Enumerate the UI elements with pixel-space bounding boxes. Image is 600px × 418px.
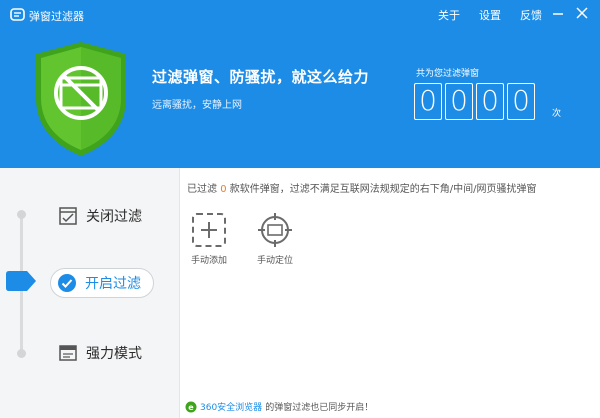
filter-status: 已过滤 0 款软件弹窗，过滤不满足互联网法规规定的右下角/中间/网页骚扰弹窗 bbox=[187, 180, 537, 195]
close-icon[interactable] bbox=[574, 5, 590, 21]
manual-add-button[interactable]: 手动添加 bbox=[184, 212, 234, 266]
mode-label: 强力模式 bbox=[86, 346, 142, 362]
mode-item-strong[interactable]: 强力模式 bbox=[58, 343, 142, 363]
settings-link[interactable]: 设置 bbox=[479, 7, 501, 23]
mode-item-enable[interactable]: 开启过滤 bbox=[50, 268, 154, 298]
status-count: 0 bbox=[220, 184, 227, 195]
top-menu: 关于 设置 反馈 bbox=[438, 7, 542, 23]
hero-slogan: 过滤弹窗、防骚扰，就这么给力 bbox=[152, 68, 370, 86]
crosshair-icon bbox=[258, 213, 292, 247]
hero-subslogan: 远离骚扰，安静上网 bbox=[152, 100, 242, 111]
counter-digit: 0 bbox=[507, 83, 535, 120]
filter-counter: 0 0 0 0 bbox=[414, 83, 535, 120]
checkbox-window-icon bbox=[59, 207, 77, 225]
status-prefix: 已过滤 bbox=[187, 184, 217, 195]
app-logo-icon bbox=[10, 8, 25, 21]
track-dot bbox=[17, 349, 26, 358]
main-panel: 已过滤 0 款软件弹窗，过滤不满足互联网法规规定的右下角/中间/网页骚扰弹窗 手… bbox=[181, 168, 600, 418]
mode-sidebar: 关闭过滤 开启过滤 强力模式 bbox=[0, 168, 180, 418]
counter-unit: 次 bbox=[552, 109, 562, 119]
tool-label: 手动添加 bbox=[190, 256, 227, 266]
header-banner: 弹窗过滤器 关于 设置 反馈 过滤弹窗、防骚扰，就这么给力 远离骚扰，安静上网 … bbox=[0, 0, 600, 168]
mode-item-disable[interactable]: 关闭过滤 bbox=[58, 206, 142, 226]
mode-label: 开启过滤 bbox=[85, 276, 141, 292]
minimize-icon[interactable] bbox=[550, 5, 566, 21]
mode-label: 关闭过滤 bbox=[86, 209, 142, 225]
counter-digit: 0 bbox=[445, 83, 473, 120]
check-circle-icon bbox=[58, 274, 76, 292]
status-suffix: 款软件弹窗，过滤不满足互联网法规规定的右下角/中间/网页骚扰弹窗 bbox=[229, 184, 537, 195]
browser-link[interactable]: 360安全浏览器 bbox=[200, 400, 262, 413]
app-title: 弹窗过滤器 bbox=[29, 10, 84, 23]
browser-logo-icon: e bbox=[185, 401, 197, 412]
counter-digit: 0 bbox=[476, 83, 504, 120]
about-link[interactable]: 关于 bbox=[438, 7, 460, 23]
browser-sync-note: e 360安全浏览器 的弹窗过滤也已同步开启！ bbox=[185, 400, 373, 413]
counter-digit: 0 bbox=[414, 83, 442, 120]
svg-text:e: e bbox=[188, 403, 194, 412]
tool-label: 手动定位 bbox=[256, 256, 293, 266]
counter-label: 共为您过滤弹窗 bbox=[416, 69, 480, 79]
manual-locate-button[interactable]: 手动定位 bbox=[250, 212, 300, 266]
shield-icon bbox=[36, 42, 126, 156]
window-icon bbox=[59, 345, 77, 361]
footer-text: 的弹窗过滤也已同步开启！ bbox=[265, 403, 374, 413]
active-mode-indicator-icon bbox=[6, 271, 36, 291]
feedback-link[interactable]: 反馈 bbox=[520, 7, 542, 23]
track-dot bbox=[17, 210, 26, 219]
dashed-plus-icon bbox=[192, 213, 226, 247]
